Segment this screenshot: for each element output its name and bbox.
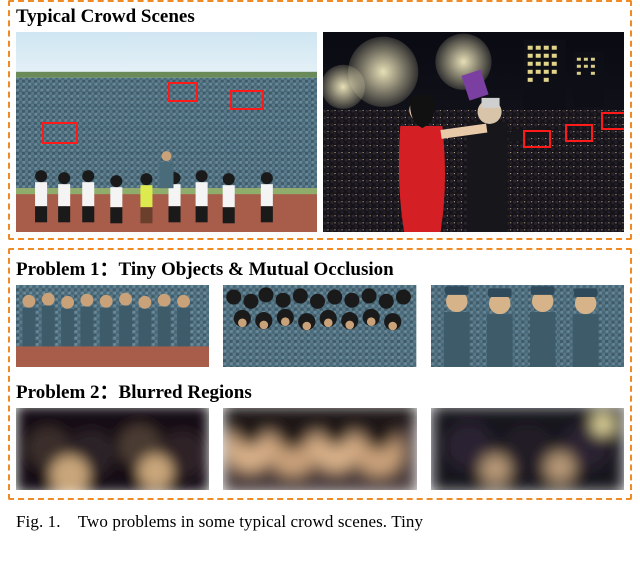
top-panel: Typical Crowd Scenes (8, 0, 632, 240)
crop-p2-1 (16, 408, 209, 490)
top-row (16, 32, 624, 232)
crop-p1-1 (16, 285, 209, 367)
crop-p1-3 (431, 285, 624, 367)
crop-p2-2 (223, 408, 416, 490)
crop-p2-3 (431, 408, 624, 490)
annotation-box (565, 124, 593, 142)
annotation-box (523, 130, 551, 148)
figure-1: Typical Crowd Scenes (0, 0, 640, 532)
figure-caption: Fig. 1. Two problems in some typical cro… (8, 508, 632, 532)
problem1-title: Problem 1：Tiny Objects & Mutual Occlusio… (16, 254, 624, 281)
caption-text: Two problems in some typical crowd scene… (78, 512, 423, 531)
annotation-box (601, 112, 624, 130)
annotation-box (168, 82, 198, 102)
bottom-panel: Problem 1：Tiny Objects & Mutual Occlusio… (8, 248, 632, 500)
caption-prefix: Fig. 1. (16, 512, 61, 531)
crop-p1-2 (223, 285, 416, 367)
problem2-row (16, 408, 624, 490)
top-title: Typical Crowd Scenes (16, 6, 624, 28)
scene-left (16, 32, 317, 232)
problem1-row (16, 285, 624, 367)
annotation-box (42, 122, 78, 144)
scene-right (323, 32, 624, 232)
annotation-box (230, 90, 264, 110)
problem2-title: Problem 2：Blurred Regions (16, 377, 624, 404)
